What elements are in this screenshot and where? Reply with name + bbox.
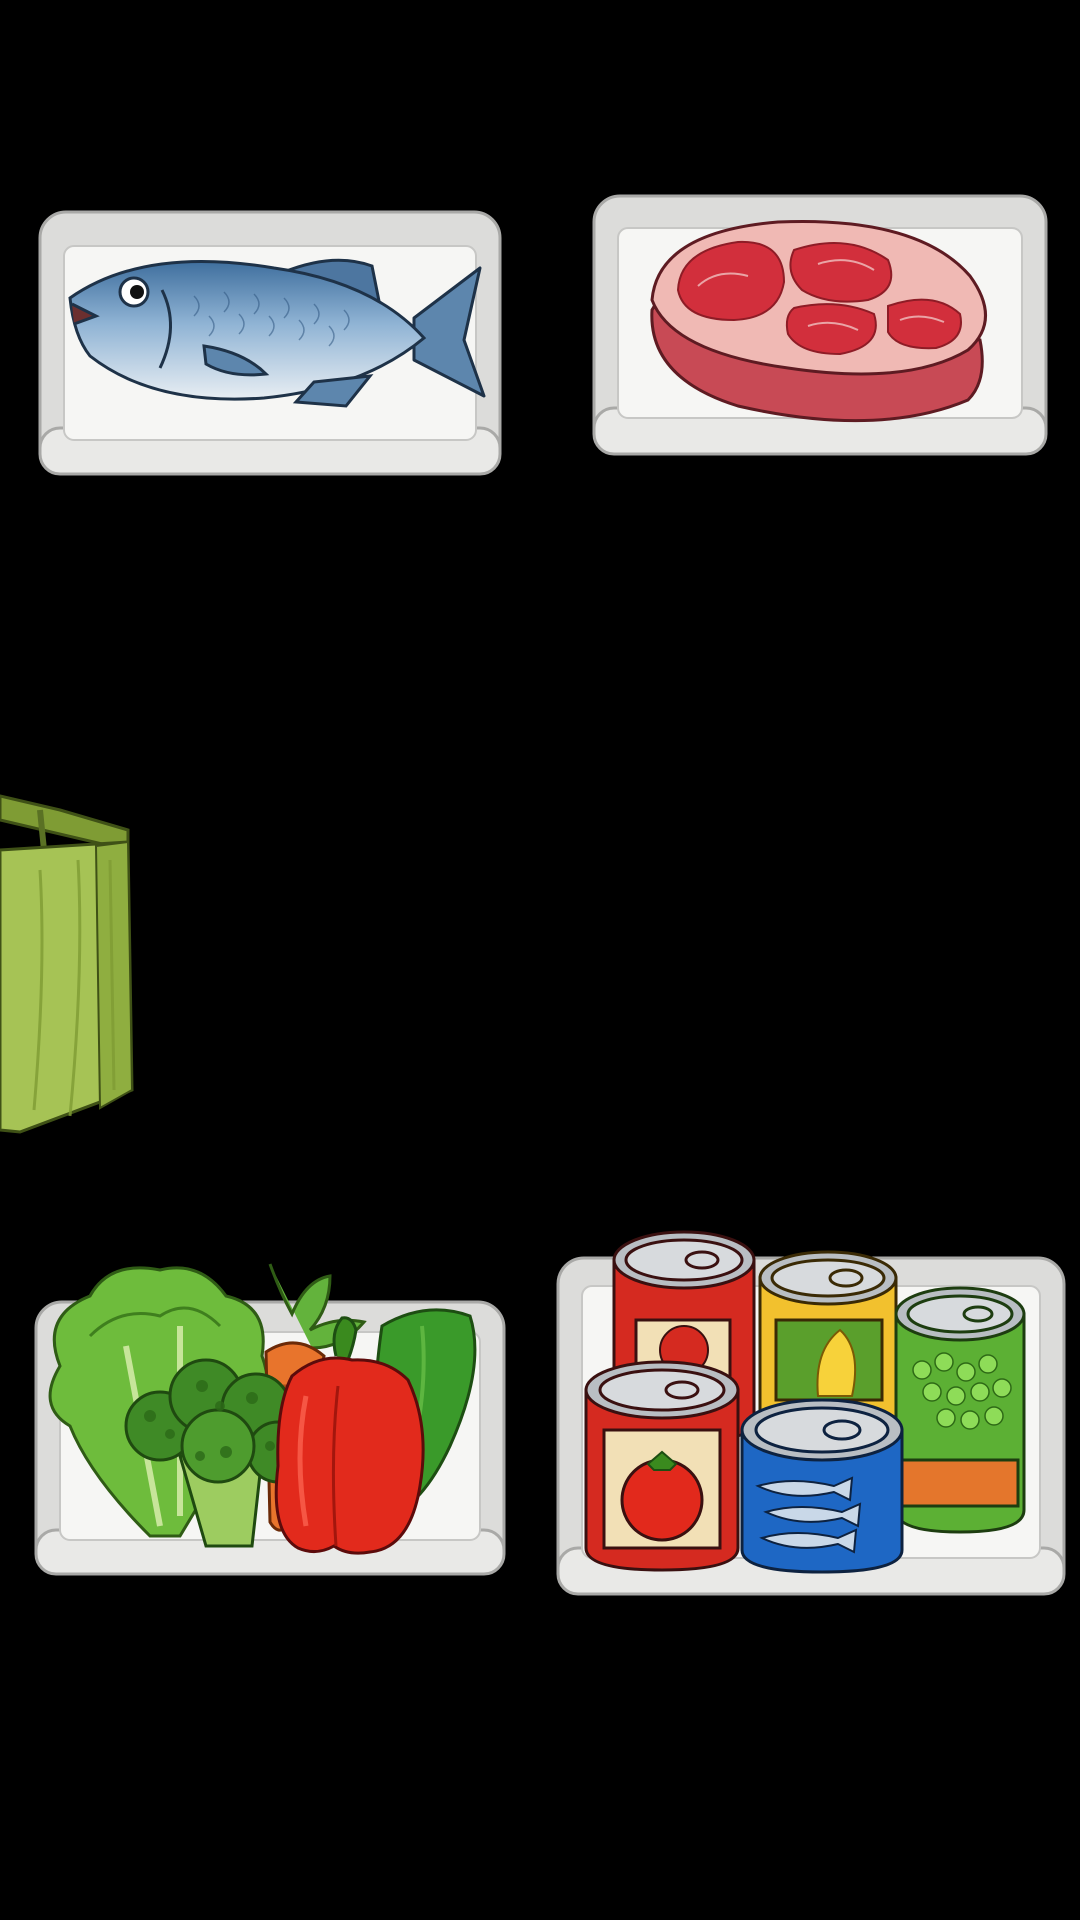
steak-icon <box>592 194 1048 456</box>
shopping-bag[interactable] <box>0 790 134 1138</box>
game-scene <box>0 0 1080 1920</box>
canned-goods-icon <box>556 1230 1066 1596</box>
vegetables-tray[interactable] <box>30 1256 510 1582</box>
vegetables-icon <box>34 1263 506 1576</box>
fish-icon <box>38 210 502 476</box>
fish-tray[interactable] <box>34 206 506 482</box>
canned-goods-tray[interactable] <box>552 1220 1070 1602</box>
shopping-bag-icon <box>0 794 134 1134</box>
steak-tray[interactable] <box>588 190 1052 462</box>
